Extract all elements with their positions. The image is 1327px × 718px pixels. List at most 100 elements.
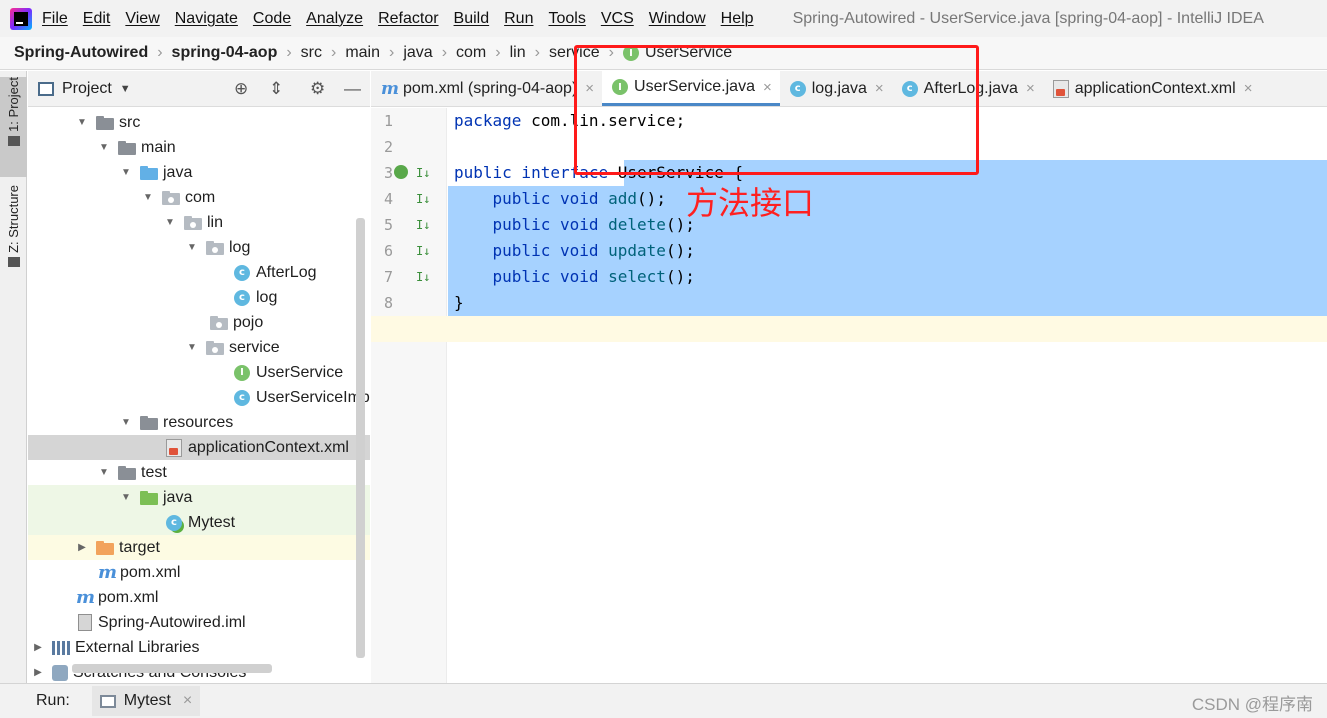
menu-run[interactable]: Run <box>504 10 533 28</box>
package-icon <box>206 240 224 255</box>
chevron-down-icon[interactable]: ▼ <box>164 217 176 228</box>
line-number: 7 <box>383 268 393 286</box>
breadcrumb-separator-icon: › <box>286 44 292 61</box>
menu-help[interactable]: Help <box>721 10 754 28</box>
chevron-right-icon[interactable]: ▶ <box>76 542 88 553</box>
breadcrumb-main[interactable]: main <box>345 44 380 62</box>
close-icon[interactable]: × <box>1244 80 1253 97</box>
tree-item-label: resources <box>163 413 234 431</box>
structure-icon <box>7 256 20 267</box>
menu-build[interactable]: Build <box>454 10 490 28</box>
gear-icon[interactable]: ⚙ <box>310 80 325 97</box>
tree-item[interactable]: ▼ java <box>28 160 370 185</box>
chevron-down-icon[interactable]: ▼ <box>98 467 110 478</box>
project-view-selector[interactable]: Project <box>62 80 112 98</box>
close-icon[interactable]: × <box>183 692 192 710</box>
chevron-down-icon[interactable]: ▼ <box>98 142 110 153</box>
tree-item-label: java <box>163 163 193 181</box>
tree-item[interactable]: ▼ src <box>28 110 370 135</box>
implemented-down-arrow-icon[interactable]: I↓ <box>416 244 430 258</box>
chevron-down-icon[interactable]: ▼ <box>120 417 132 428</box>
hide-icon[interactable]: — <box>344 80 361 97</box>
current-line-highlight <box>371 316 1327 342</box>
tree-item[interactable]: ▼ c Mytest <box>28 510 370 535</box>
package-icon <box>184 215 202 230</box>
tree-item[interactable]: ▼ I UserService <box>28 360 370 385</box>
run-tool-bar: Run: Mytest × CSDN @程序南 <box>0 683 1327 718</box>
menu-navigate[interactable]: Navigate <box>175 10 238 28</box>
run-tab-mytest[interactable]: Mytest × <box>91 686 201 716</box>
breadcrumb-module[interactable]: spring-04-aop <box>172 44 278 62</box>
tool-tab-project[interactable]: 1: Project <box>0 77 27 177</box>
tree-item-label: java <box>163 488 193 506</box>
implemented-down-arrow-icon[interactable]: I↓ <box>416 166 430 180</box>
breadcrumb-src[interactable]: src <box>301 44 322 62</box>
tree-horizontal-scrollbar[interactable] <box>72 664 272 673</box>
breadcrumb-project[interactable]: Spring-Autowired <box>14 44 148 62</box>
chevron-down-icon[interactable]: ▼ <box>120 167 132 178</box>
tree-item[interactable]: ▼ log <box>28 235 370 260</box>
implemented-down-arrow-icon[interactable]: I↓ <box>416 270 430 284</box>
tree-item[interactable]: ▼ com <box>28 185 370 210</box>
project-tree: ▼ src ▼ main ▼ java ▼ com ▼ lin ▼ log ▼ … <box>28 108 370 683</box>
line-number: 5 <box>383 216 393 234</box>
breadcrumb-com[interactable]: com <box>456 44 486 62</box>
line-number: 2 <box>383 138 393 156</box>
line-number: 6 <box>383 242 393 260</box>
tree-item[interactable]: ▼ m pom.xml <box>28 585 370 610</box>
chevron-right-icon[interactable]: ▶ <box>32 667 44 678</box>
implemented-down-arrow-icon[interactable]: I↓ <box>416 192 430 206</box>
chevron-down-icon[interactable]: ▼ <box>186 242 198 253</box>
menu-edit[interactable]: Edit <box>83 10 111 28</box>
scratches-icon <box>52 664 68 681</box>
collapse-all-icon[interactable]: ⇕ <box>269 80 283 97</box>
tree-vertical-scrollbar[interactable] <box>356 218 365 658</box>
tree-item[interactable]: ▼ pojo <box>28 310 370 335</box>
chevron-down-icon[interactable]: ▼ <box>120 83 131 95</box>
tree-item-label: applicationContext.xml <box>188 438 349 456</box>
tree-item[interactable]: ▼ main <box>28 135 370 160</box>
tree-item[interactable]: ▼ applicationContext.xml <box>28 435 370 460</box>
tree-item[interactable]: ▼ Spring-Autowired.iml <box>28 610 370 635</box>
locate-icon[interactable]: ⊕ <box>234 80 248 97</box>
close-icon[interactable]: × <box>1026 80 1035 97</box>
line-number: 8 <box>383 294 393 312</box>
tree-item-label: log <box>256 288 278 306</box>
tree-item[interactable]: ▼ resources <box>28 410 370 435</box>
maven-icon: m <box>76 587 96 608</box>
menu-tools[interactable]: Tools <box>548 10 585 28</box>
test-folder-icon <box>140 490 158 505</box>
tree-item[interactable]: ▶ External Libraries <box>28 635 370 660</box>
breadcrumb-java[interactable]: java <box>403 44 432 62</box>
tree-item[interactable]: ▼ c log <box>28 285 370 310</box>
chevron-down-icon[interactable]: ▼ <box>142 192 154 203</box>
menu-file[interactable]: File <box>42 10 68 28</box>
tree-item[interactable]: ▼ test <box>28 460 370 485</box>
tree-item[interactable]: ▼ c UserServiceImp <box>28 385 370 410</box>
tab-pom-xml[interactable]: m pom.xml (spring-04-aop) × <box>371 71 602 106</box>
chevron-down-icon[interactable]: ▼ <box>120 492 132 503</box>
implemented-marker-icon[interactable] <box>394 165 408 179</box>
code-editor[interactable]: package com.lin.service; public interfac… <box>371 108 1327 683</box>
chevron-down-icon[interactable]: ▼ <box>186 342 198 353</box>
menu-vcs[interactable]: VCS <box>601 10 634 28</box>
menu-view[interactable]: View <box>125 10 159 28</box>
chevron-right-icon[interactable]: ▶ <box>32 642 44 653</box>
tree-item[interactable]: ▶ target <box>28 535 370 560</box>
interface-icon: I <box>234 364 250 381</box>
tool-tab-structure[interactable]: Z: Structure <box>0 185 27 285</box>
tree-item[interactable]: ▼ c AfterLog <box>28 260 370 285</box>
implemented-down-arrow-icon[interactable]: I↓ <box>416 218 430 232</box>
code-line: public void update(); <box>492 241 695 260</box>
tab-applicationcontext-xml[interactable]: applicationContext.xml × <box>1043 71 1261 106</box>
breadcrumb-lin[interactable]: lin <box>510 44 526 62</box>
menu-code[interactable]: Code <box>253 10 291 28</box>
menu-window[interactable]: Window <box>649 10 706 28</box>
tree-item[interactable]: ▼ service <box>28 335 370 360</box>
tree-item[interactable]: ▼ lin <box>28 210 370 235</box>
tree-item[interactable]: ▼ java <box>28 485 370 510</box>
menu-refactor[interactable]: Refactor <box>378 10 438 28</box>
chevron-down-icon[interactable]: ▼ <box>76 117 88 128</box>
menu-analyze[interactable]: Analyze <box>306 10 363 28</box>
tree-item[interactable]: ▼ m pom.xml <box>28 560 370 585</box>
